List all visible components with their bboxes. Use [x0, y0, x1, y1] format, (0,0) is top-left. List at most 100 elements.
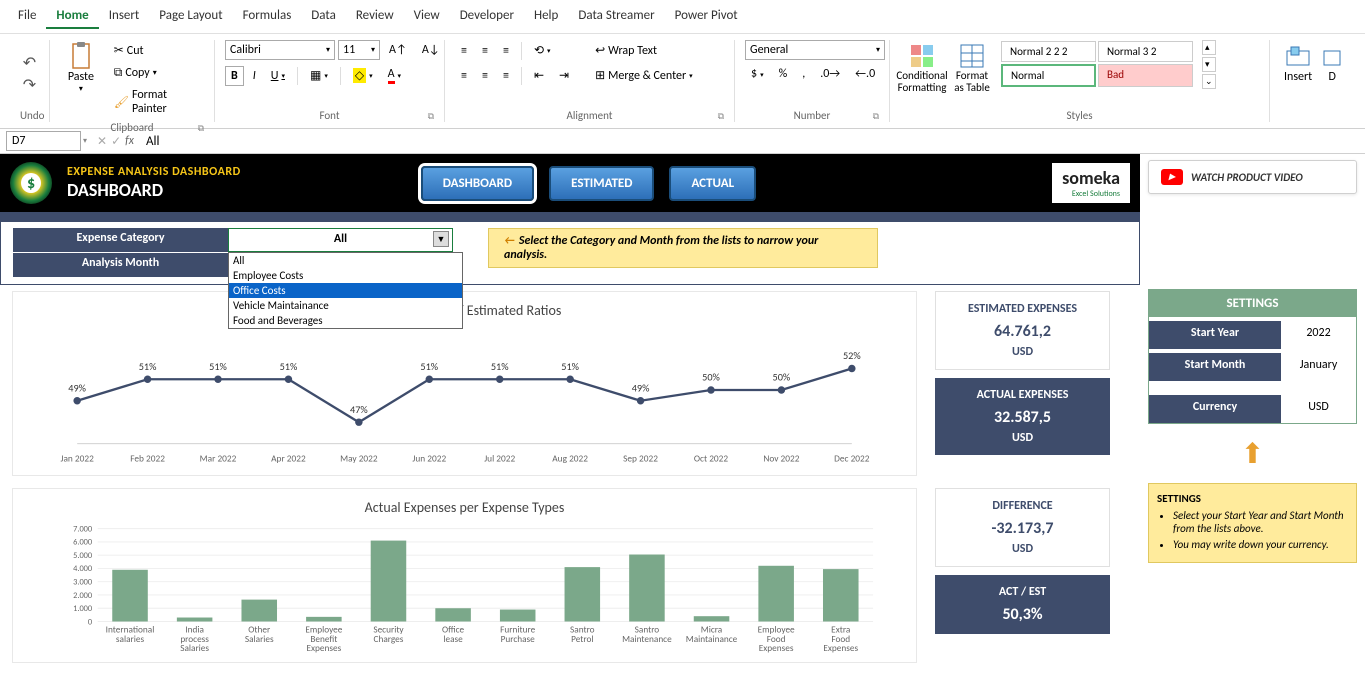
- styles-scroll-up-icon[interactable]: ▴: [1202, 40, 1216, 55]
- dropdown-option[interactable]: Vehicle Maintainance: [229, 298, 462, 313]
- italic-button[interactable]: I: [247, 66, 262, 86]
- settings-header: SETTINGS: [1149, 290, 1356, 317]
- decrease-decimal-icon[interactable]: ←.0: [849, 64, 881, 84]
- fill-color-button[interactable]: ◇▾: [347, 65, 379, 86]
- decrease-indent-icon[interactable]: ⇤: [528, 65, 550, 86]
- font-family-combo[interactable]: Calibri▾: [225, 40, 335, 60]
- cut-button[interactable]: ✂Cut: [108, 40, 204, 61]
- insert-cells-icon: [1284, 42, 1312, 70]
- currency-value[interactable]: USD: [1281, 395, 1356, 423]
- increase-font-icon[interactable]: A↑: [383, 40, 413, 60]
- increase-indent-icon[interactable]: ⇥: [553, 65, 575, 86]
- line-chart-title: Monthly Actual / Estimated Ratios: [23, 302, 906, 319]
- name-box[interactable]: D7: [6, 131, 81, 151]
- border-button[interactable]: ▦▾: [304, 65, 334, 86]
- menu-data-streamer[interactable]: Data Streamer: [568, 4, 664, 29]
- svg-text:Charges: Charges: [374, 634, 404, 645]
- menu-view[interactable]: View: [404, 4, 450, 29]
- bold-button[interactable]: B: [225, 66, 244, 86]
- style-normal32[interactable]: Normal 3 2: [1098, 41, 1193, 62]
- start-month-value[interactable]: January: [1281, 353, 1356, 381]
- copy-icon: ⧉: [114, 66, 123, 80]
- undo-icon[interactable]: ↶: [23, 53, 36, 73]
- copy-button[interactable]: ⧉Copy▾: [108, 63, 204, 83]
- category-dropdown[interactable]: All Employee Costs Office Costs Vehicle …: [228, 252, 463, 329]
- svg-text:Maintenance: Maintenance: [622, 634, 672, 645]
- menu-data[interactable]: Data: [301, 4, 346, 29]
- styles-more-icon[interactable]: ⌄: [1202, 74, 1216, 89]
- format-as-table-button[interactable]: Format as Table: [950, 40, 994, 96]
- align-top-icon[interactable]: ≡: [455, 41, 473, 61]
- menu-review[interactable]: Review: [346, 4, 404, 29]
- increase-decimal-icon[interactable]: .0→: [814, 64, 846, 84]
- formula-input[interactable]: All: [146, 134, 160, 149]
- alignment-launcher-icon[interactable]: ⧉: [718, 111, 724, 122]
- dropdown-option[interactable]: Office Costs: [229, 283, 462, 298]
- align-bottom-icon[interactable]: ≡: [497, 41, 515, 61]
- accept-formula-icon[interactable]: ✓: [111, 134, 121, 149]
- orientation-icon[interactable]: ⟲▾: [528, 40, 557, 61]
- nav-estimated-button[interactable]: ESTIMATED: [549, 166, 654, 201]
- svg-text:Expenses: Expenses: [759, 643, 794, 654]
- font-launcher-icon[interactable]: ⧉: [428, 111, 434, 122]
- font-size-combo[interactable]: 11▾: [338, 40, 380, 60]
- underline-button[interactable]: U ▾: [265, 66, 291, 86]
- comma-icon[interactable]: ,: [796, 64, 811, 84]
- svg-text:Jul 2022: Jul 2022: [484, 452, 515, 464]
- font-color-button[interactable]: A▾: [382, 64, 407, 87]
- style-normal222[interactable]: Normal 2 2 2: [1001, 41, 1096, 62]
- nav-actual-button[interactable]: ACTUAL: [669, 166, 756, 201]
- styles-scroll-down-icon[interactable]: ▾: [1202, 57, 1216, 72]
- bar-chart-title: Actual Expenses per Expense Types: [23, 499, 906, 516]
- svg-text:Expenses: Expenses: [306, 643, 341, 654]
- menu-developer[interactable]: Developer: [450, 4, 524, 29]
- accounting-icon[interactable]: $▾: [745, 64, 770, 84]
- menu-insert[interactable]: Insert: [99, 4, 150, 29]
- category-filter-select[interactable]: All ▼ All Employee Costs Office Costs Ve…: [228, 228, 453, 252]
- decrease-font-icon[interactable]: A↓: [416, 40, 446, 60]
- svg-text:51%: 51%: [280, 360, 298, 373]
- style-normal[interactable]: Normal: [1001, 64, 1096, 87]
- watch-video-button[interactable]: ▶ WATCH PRODUCT VIDEO: [1148, 160, 1357, 194]
- dropdown-option[interactable]: Food and Beverages: [229, 313, 462, 328]
- align-middle-icon[interactable]: ≡: [476, 41, 494, 61]
- paste-button[interactable]: Paste ▾: [60, 40, 102, 96]
- svg-text:4.000: 4.000: [73, 564, 93, 574]
- menu-formulas[interactable]: Formulas: [233, 4, 302, 29]
- nav-dashboard-button[interactable]: DASHBOARD: [421, 166, 534, 201]
- svg-text:52%: 52%: [843, 349, 861, 362]
- style-bad[interactable]: Bad: [1098, 64, 1193, 87]
- align-center-icon[interactable]: ≡: [476, 66, 494, 86]
- delete-button[interactable]: D: [1322, 40, 1342, 86]
- svg-text:3.000: 3.000: [73, 577, 93, 587]
- merge-icon: ⊞: [595, 68, 605, 83]
- dashboard-title: DASHBOARD: [67, 179, 241, 201]
- menu-page-layout[interactable]: Page Layout: [149, 4, 232, 29]
- align-left-icon[interactable]: ≡: [455, 66, 473, 86]
- merge-center-button[interactable]: ⊞Merge & Center▾: [589, 65, 699, 86]
- currency-label: Currency: [1149, 395, 1281, 423]
- wrap-text-button[interactable]: ↩Wrap Text: [589, 40, 699, 61]
- number-launcher-icon[interactable]: ⧉: [873, 111, 879, 122]
- chevron-down-icon[interactable]: ▼: [433, 231, 449, 247]
- insert-button[interactable]: Insert: [1280, 40, 1316, 86]
- format-painter-button[interactable]: 🖌Format Painter: [108, 85, 204, 119]
- dropdown-option[interactable]: Employee Costs: [229, 268, 462, 283]
- cancel-formula-icon[interactable]: ✕: [97, 134, 107, 149]
- align-right-icon[interactable]: ≡: [497, 66, 515, 86]
- percent-icon[interactable]: %: [773, 64, 794, 84]
- menu-help[interactable]: Help: [524, 4, 568, 29]
- number-format-combo[interactable]: General▾: [745, 40, 885, 60]
- menu-power-pivot[interactable]: Power Pivot: [665, 4, 748, 29]
- start-year-value[interactable]: 2022: [1281, 321, 1356, 349]
- menu-home[interactable]: Home: [46, 4, 98, 29]
- dropdown-option[interactable]: All: [229, 253, 462, 268]
- redo-icon[interactable]: ↷: [23, 75, 36, 95]
- fx-icon[interactable]: fx: [125, 134, 134, 148]
- dashboard-logo-icon: [10, 162, 52, 204]
- conditional-formatting-button[interactable]: Conditional Formatting: [900, 40, 944, 96]
- clipboard-launcher-icon[interactable]: ⧉: [198, 123, 204, 134]
- svg-text:May 2022: May 2022: [340, 452, 378, 464]
- menu-file[interactable]: File: [8, 4, 46, 29]
- svg-text:6.000: 6.000: [73, 538, 93, 548]
